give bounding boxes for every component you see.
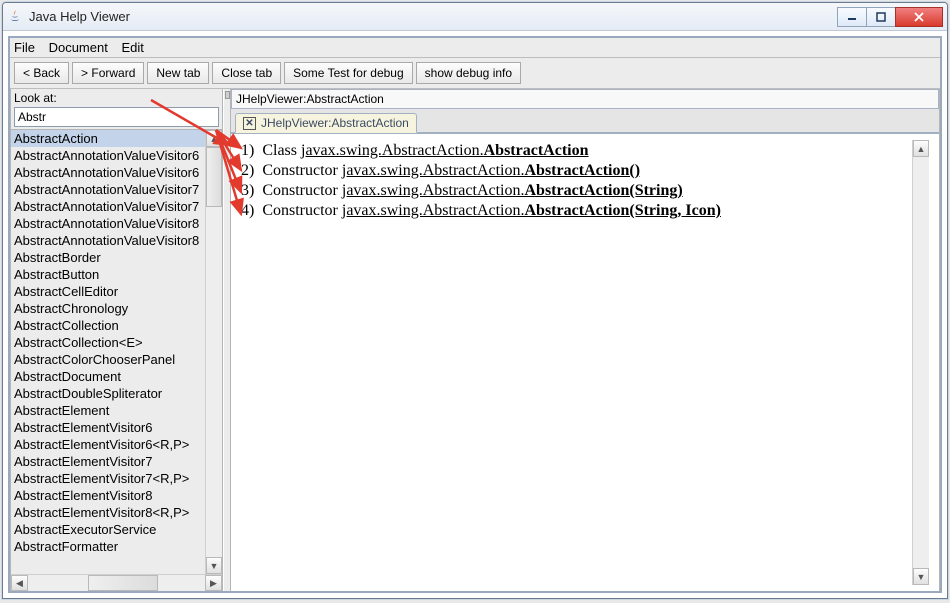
java-icon [7,9,23,25]
list-item[interactable]: AbstractFormatter [11,538,205,555]
tab-active[interactable]: ✕ JHelpViewer:AbstractAction [235,113,417,133]
list-item[interactable]: AbstractColorChooserPanel [11,351,205,368]
list-item[interactable]: AbstractButton [11,266,205,283]
list-item[interactable]: AbstractBorder [11,249,205,266]
result-list: 1) Class javax.swing.AbstractAction.Abst… [241,140,912,585]
class-list[interactable]: AbstractActionAbstractAnnotationValueVis… [11,130,205,574]
list-vscrollbar[interactable]: ▲ ▼ [205,130,222,574]
split-pane: Look at: AbstractActionAbstractAnnotatio… [10,89,940,591]
toolbar: < Back > Forward New tab Close tab Some … [10,58,940,89]
list-hscrollbar[interactable]: ◀ ▶ [11,574,222,591]
some-test-button[interactable]: Some Test for debug [284,62,413,84]
menu-file[interactable]: File [14,40,35,55]
result-line: 1) Class javax.swing.AbstractAction.Abst… [241,142,912,160]
forward-button[interactable]: > Forward [72,62,144,84]
list-item[interactable]: AbstractElement [11,402,205,419]
window-frame: Java Help Viewer File Document Edit < Ba… [2,2,948,599]
tab-close-icon[interactable]: ✕ [243,117,256,130]
app-frame: File Document Edit < Back > Forward New … [8,36,942,593]
list-item[interactable]: AbstractAnnotationValueVisitor8 [11,232,205,249]
result-link[interactable]: javax.swing.AbstractAction.AbstractActio… [342,202,721,219]
list-item[interactable]: AbstractCellEditor [11,283,205,300]
list-item[interactable]: AbstractElementVisitor7 [11,453,205,470]
new-tab-button[interactable]: New tab [147,62,209,84]
scroll-down-icon[interactable]: ▼ [206,557,222,574]
close-button[interactable] [895,7,943,27]
left-pane: Look at: AbstractActionAbstractAnnotatio… [10,89,223,591]
show-debug-button[interactable]: show debug info [416,62,521,84]
result-link[interactable]: javax.swing.AbstractAction.AbstractActio… [342,182,683,199]
list-item[interactable]: AbstractDoubleSpliterator [11,385,205,402]
list-item[interactable]: AbstractAnnotationValueVisitor8 [11,215,205,232]
result-line: 4) Constructor javax.swing.AbstractActio… [241,202,912,220]
titlebar: Java Help Viewer [3,3,947,31]
scroll-up-icon[interactable]: ▲ [206,130,222,147]
tab-label: JHelpViewer:AbstractAction [261,116,409,130]
list-item[interactable]: AbstractAnnotationValueVisitor7 [11,181,205,198]
content-vscrollbar[interactable]: ▲ ▼ [912,140,929,585]
window-title: Java Help Viewer [29,9,838,24]
menubar: File Document Edit [10,38,940,58]
splitter[interactable] [223,89,231,591]
scroll-left-icon[interactable]: ◀ [11,575,28,591]
result-line: 3) Constructor javax.swing.AbstractActio… [241,182,912,200]
list-item[interactable]: AbstractElementVisitor6 [11,419,205,436]
list-item[interactable]: AbstractElementVisitor6<R,P> [11,436,205,453]
search-label: Look at: [11,89,222,107]
menu-document[interactable]: Document [49,40,108,55]
list-item[interactable]: AbstractCollection<E> [11,334,205,351]
minimize-button[interactable] [837,7,867,27]
list-item[interactable]: AbstractAnnotationValueVisitor7 [11,198,205,215]
list-item[interactable]: AbstractAction [11,130,205,147]
list-item[interactable]: AbstractElementVisitor8<R,P> [11,504,205,521]
scroll-thumb[interactable] [206,147,222,207]
tabstrip: ✕ JHelpViewer:AbstractAction [231,109,939,133]
search-input[interactable] [14,107,219,127]
list-item[interactable]: AbstractAnnotationValueVisitor6 [11,147,205,164]
back-button[interactable]: < Back [14,62,69,84]
list-item[interactable]: AbstractExecutorService [11,521,205,538]
list-item[interactable]: AbstractAnnotationValueVisitor6 [11,164,205,181]
result-link[interactable]: javax.swing.AbstractAction.AbstractActio… [301,142,589,159]
list-item[interactable]: AbstractElementVisitor8 [11,487,205,504]
list-item[interactable]: AbstractCollection [11,317,205,334]
scroll-hthumb[interactable] [88,575,158,591]
result-line: 2) Constructor javax.swing.AbstractActio… [241,162,912,180]
maximize-button[interactable] [866,7,896,27]
scroll-down-icon[interactable]: ▼ [913,568,929,585]
list-item[interactable]: AbstractChronology [11,300,205,317]
menu-edit[interactable]: Edit [121,40,143,55]
scroll-right-icon[interactable]: ▶ [205,575,222,591]
path-field[interactable]: JHelpViewer:AbstractAction [231,89,939,109]
list-item[interactable]: AbstractDocument [11,368,205,385]
close-tab-button[interactable]: Close tab [212,62,281,84]
scroll-up-icon[interactable]: ▲ [913,140,929,157]
content-area: 1) Class javax.swing.AbstractAction.Abst… [231,133,939,591]
list-item[interactable]: AbstractElementVisitor7<R,P> [11,470,205,487]
right-pane: JHelpViewer:AbstractAction ✕ JHelpViewer… [231,89,940,591]
result-link[interactable]: javax.swing.AbstractAction.AbstractActio… [342,162,640,179]
